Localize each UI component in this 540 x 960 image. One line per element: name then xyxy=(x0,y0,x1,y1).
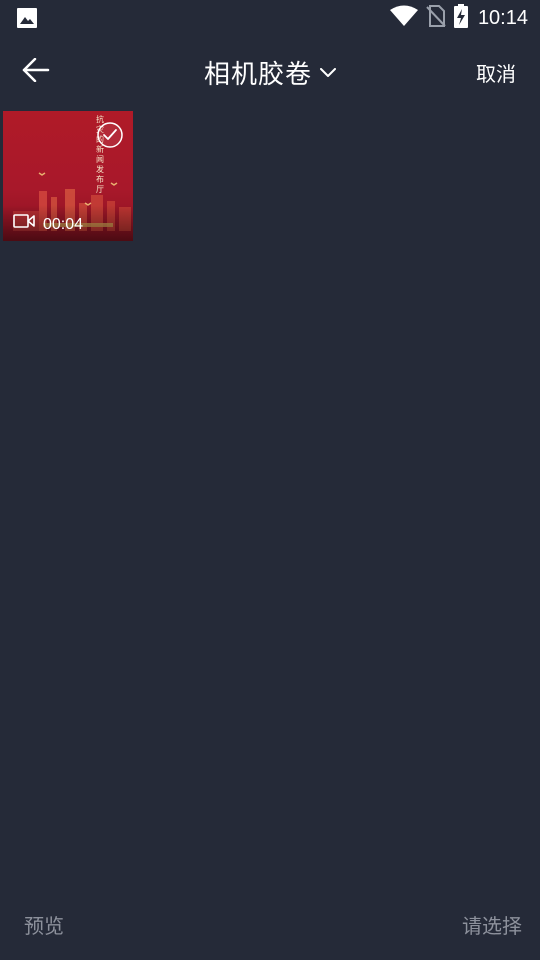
status-time: 10:14 xyxy=(477,6,528,29)
photo-picker-screen: 10:14 相机胶卷 取消 抗 新闻发布厅 00:04 预览 请选择 xyxy=(0,0,540,960)
check-circle-icon xyxy=(97,122,123,148)
wifi-icon xyxy=(389,5,418,31)
cancel-button[interactable]: 取消 xyxy=(476,58,516,87)
select-checkbox[interactable] xyxy=(97,122,123,148)
header: 相机胶卷 取消 xyxy=(0,36,540,108)
battery-charging-icon xyxy=(453,4,468,32)
no-sim-icon xyxy=(426,5,446,31)
media-grid: 抗灾 的 新闻发布厅 00:04 xyxy=(3,111,133,241)
status-icons: 10:14 xyxy=(389,4,528,32)
media-thumbnail[interactable]: 抗灾 的 新闻发布厅 00:04 xyxy=(3,111,133,241)
image-notification-icon xyxy=(16,7,38,29)
video-duration: 00:04 xyxy=(43,216,84,233)
bottom-bar: 预览 请选择 xyxy=(0,894,540,960)
status-bar: 10:14 xyxy=(0,0,540,36)
page-title: 相机胶卷 xyxy=(203,59,312,90)
select-status: 请选择 xyxy=(462,914,522,938)
video-info-bar: 00:04 xyxy=(3,205,133,241)
chevron-down-icon xyxy=(320,63,336,82)
video-camera-icon xyxy=(13,213,35,232)
preview-button[interactable]: 预览 xyxy=(24,910,64,939)
album-selector[interactable]: 相机胶卷 xyxy=(0,52,540,92)
